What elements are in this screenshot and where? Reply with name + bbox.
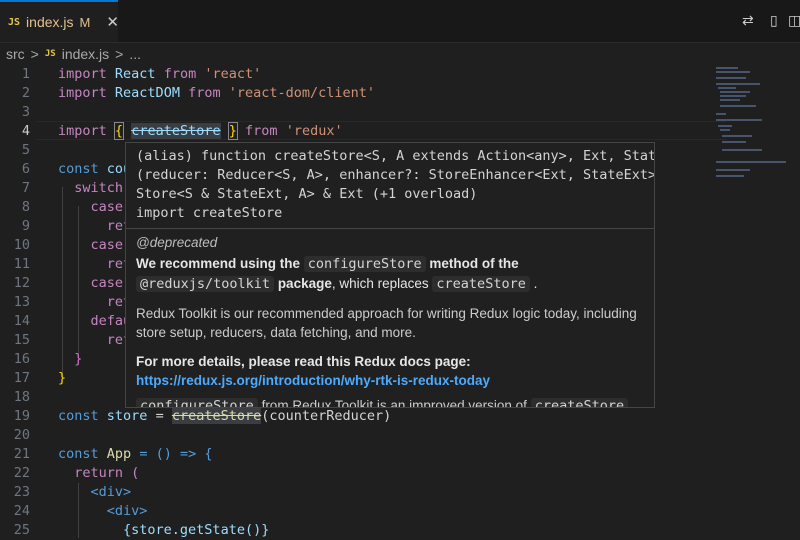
code-line: 21 const App = () => {	[13, 446, 213, 462]
deprecated-symbol: createStore	[171, 408, 262, 424]
close-icon[interactable]: ✕	[106, 13, 119, 31]
tab-bar: JS index.js M ✕ ⇄ ▯ ◫	[0, 0, 800, 43]
split-editor-icon[interactable]: ◫	[788, 12, 800, 29]
javascript-file-icon: JS	[8, 16, 21, 28]
code-line: 25 {store.getState()}	[13, 522, 270, 538]
chevron-right-icon: >	[115, 46, 124, 62]
code-line: 19 const store = createStore(counterReduc…	[13, 408, 392, 424]
deprecated-symbol: createStore	[131, 123, 221, 139]
breadcrumb-folder[interactable]: src	[6, 46, 25, 62]
code-line: 22 return (	[13, 465, 140, 481]
code-line: 2 import ReactDOM from 'react-dom/client'	[21, 85, 376, 101]
breadcrumb-file[interactable]: index.js	[62, 46, 109, 62]
deprecated-tag: @deprecated	[136, 235, 218, 250]
compare-changes-icon[interactable]: ⇄	[742, 12, 754, 29]
open-preview-icon[interactable]: ▯	[770, 12, 778, 29]
hover-tooltip: (alias) function createStore<S, A extend…	[125, 142, 655, 408]
chevron-right-icon: >	[30, 46, 39, 62]
code-line: 1 import React from 'react'	[21, 66, 262, 82]
modified-indicator: M	[79, 14, 91, 30]
minimap[interactable]	[712, 65, 792, 195]
tab-index-js[interactable]: JS index.js M ✕	[0, 0, 119, 42]
javascript-file-icon: JS	[44, 49, 56, 59]
docs-link[interactable]: https://redux.js.org/introduction/why-rt…	[136, 373, 490, 388]
breadcrumb: src > JS index.js > ...	[0, 43, 800, 65]
code-line: 20	[13, 427, 30, 443]
code-line: 3	[21, 104, 30, 120]
breadcrumb-symbols[interactable]: ...	[129, 46, 141, 62]
documentation-block: @deprecated We recommend using the confi…	[126, 229, 654, 407]
vertical-scrollbar[interactable]	[790, 65, 800, 538]
code-line: 23 <div>	[13, 484, 132, 500]
tab-label: index.js	[26, 14, 74, 30]
code-line: 4 import { createStore } from 'redux'	[21, 122, 343, 140]
signature-block: (alias) function createStore<S, A extend…	[136, 148, 655, 221]
code-line: 24 <div>	[13, 503, 148, 519]
